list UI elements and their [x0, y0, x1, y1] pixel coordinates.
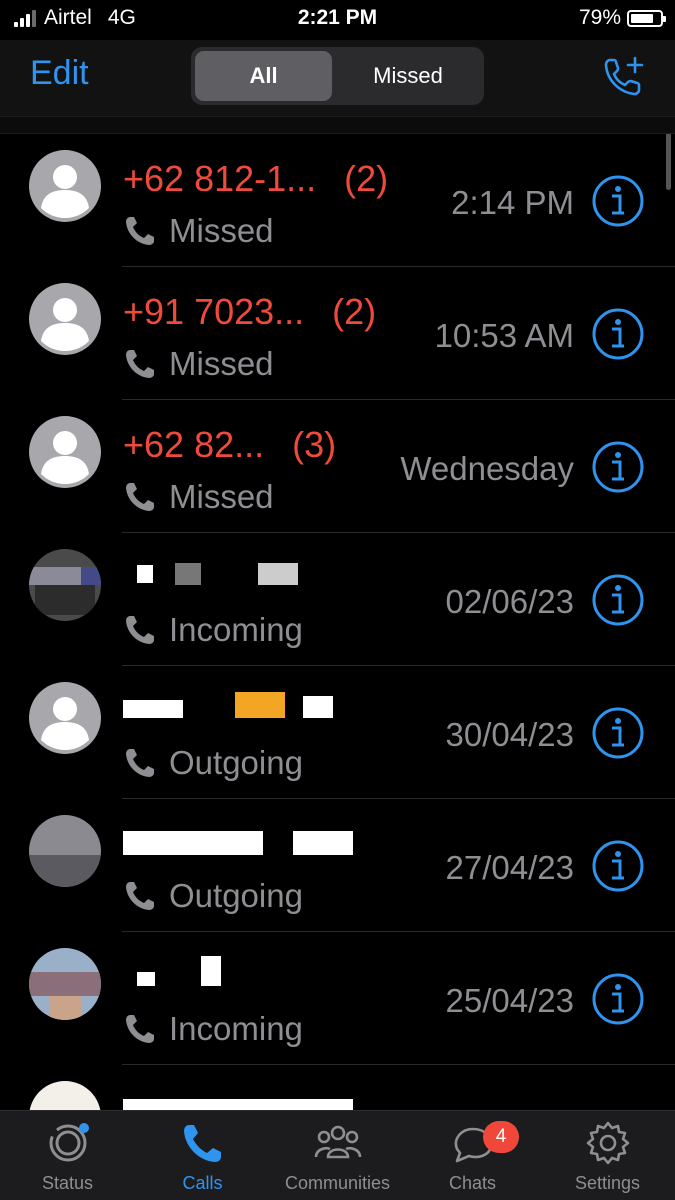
tab-label: Status [41, 1173, 94, 1193]
call-row[interactable]: Outgoing 30/04/23 [0, 666, 675, 799]
phone-icon [126, 882, 154, 910]
avatar [29, 815, 101, 887]
avatar [29, 150, 101, 222]
call-type: Incoming [123, 611, 303, 649]
call-count: (3) [292, 424, 337, 465]
avatar [29, 416, 101, 488]
info-icon[interactable] [591, 174, 645, 228]
tab-chats[interactable]: 4 Chats [405, 1119, 540, 1194]
tab-communities[interactable]: Communities [270, 1119, 405, 1194]
battery-icon [627, 9, 666, 27]
phone-icon [126, 749, 154, 777]
avatar [29, 1081, 101, 1110]
avatar [29, 549, 101, 621]
phone-icon [126, 483, 154, 511]
call-time: 2:14 PM [451, 184, 574, 221]
avatar [29, 283, 101, 355]
call-row[interactable]: +62 812-1... (2) Missed 2:14 PM [0, 134, 675, 267]
info-icon[interactable] [591, 839, 645, 893]
scrollbar[interactable] [666, 134, 671, 190]
edit-button[interactable]: Edit [30, 54, 89, 93]
info-icon[interactable] [591, 440, 645, 494]
tab-settings[interactable]: Settings [540, 1119, 675, 1194]
contact-name: +62 82... (3) [123, 424, 337, 465]
tab-status[interactable]: Status [0, 1119, 135, 1194]
call-row[interactable]: Incoming 25/04/23 [0, 932, 675, 1065]
tab-label: Chats [448, 1173, 497, 1193]
call-type: Missed [123, 212, 274, 250]
call-count: (2) [344, 158, 389, 199]
communities-icon [314, 1125, 361, 1159]
call-time: 30/04/23 [445, 716, 574, 753]
call-time: Wednesday [400, 450, 574, 487]
call-time: 02/06/23 [445, 583, 574, 620]
calls-header: Edit All Missed [0, 40, 675, 116]
status-bar: Airtel 4G 2:21 PM 79% [0, 0, 675, 38]
call-type: Missed [123, 478, 274, 516]
battery-percent: 79% [578, 6, 621, 29]
segment-missed[interactable]: Missed [336, 51, 480, 101]
tab-label: Calls [182, 1173, 223, 1193]
call-time: 10:53 AM [434, 317, 574, 354]
call-count: (2) [332, 291, 377, 332]
contact-name: +62 812-1... (2) [123, 158, 389, 199]
tab-label: Communities [284, 1173, 391, 1193]
segment-all[interactable]: All [195, 51, 332, 101]
contact-name: +91 7023... (2) [123, 291, 377, 332]
call-row[interactable]: Incoming 02/06/23 [0, 533, 675, 666]
add-call-icon[interactable] [601, 54, 647, 100]
phone-icon [126, 217, 154, 245]
status-icon [49, 1123, 89, 1162]
call-row[interactable]: Outgoing 27/04/23 [0, 799, 675, 932]
call-list[interactable]: +62 812-1... (2) Missed 2:14 PM +91 7023.… [0, 134, 675, 1110]
call-row[interactable] [0, 1065, 675, 1110]
gear-icon [586, 1121, 629, 1165]
info-icon[interactable] [591, 706, 645, 760]
info-icon[interactable] [591, 972, 645, 1026]
call-time: 25/04/23 [445, 982, 574, 1019]
info-icon[interactable] [591, 307, 645, 361]
call-type: Outgoing [123, 744, 303, 782]
call-time: 27/04/23 [445, 849, 574, 886]
unread-badge: 4 [483, 1121, 519, 1153]
call-row[interactable]: +91 7023... (2) Missed 10:53 AM [0, 267, 675, 400]
call-type: Incoming [123, 1010, 303, 1048]
avatar [29, 948, 101, 1020]
tab-label: Settings [574, 1173, 641, 1193]
phone-icon [126, 350, 154, 378]
clock: 2:21 PM [297, 6, 378, 29]
call-type: Missed [123, 345, 274, 383]
call-type: Outgoing [123, 877, 303, 915]
tab-calls[interactable]: Calls [135, 1119, 270, 1194]
phone-icon [183, 1125, 221, 1162]
call-filter-segmented-control: All Missed [191, 47, 484, 105]
info-icon[interactable] [591, 573, 645, 627]
phone-icon [126, 616, 154, 644]
list-top-spacer [0, 116, 675, 134]
phone-icon [126, 1015, 154, 1043]
avatar [29, 682, 101, 754]
tab-bar: Status Calls Communities 4 Chats Setting… [0, 1110, 675, 1200]
call-row[interactable]: +62 82... (3) Missed Wednesday [0, 400, 675, 533]
